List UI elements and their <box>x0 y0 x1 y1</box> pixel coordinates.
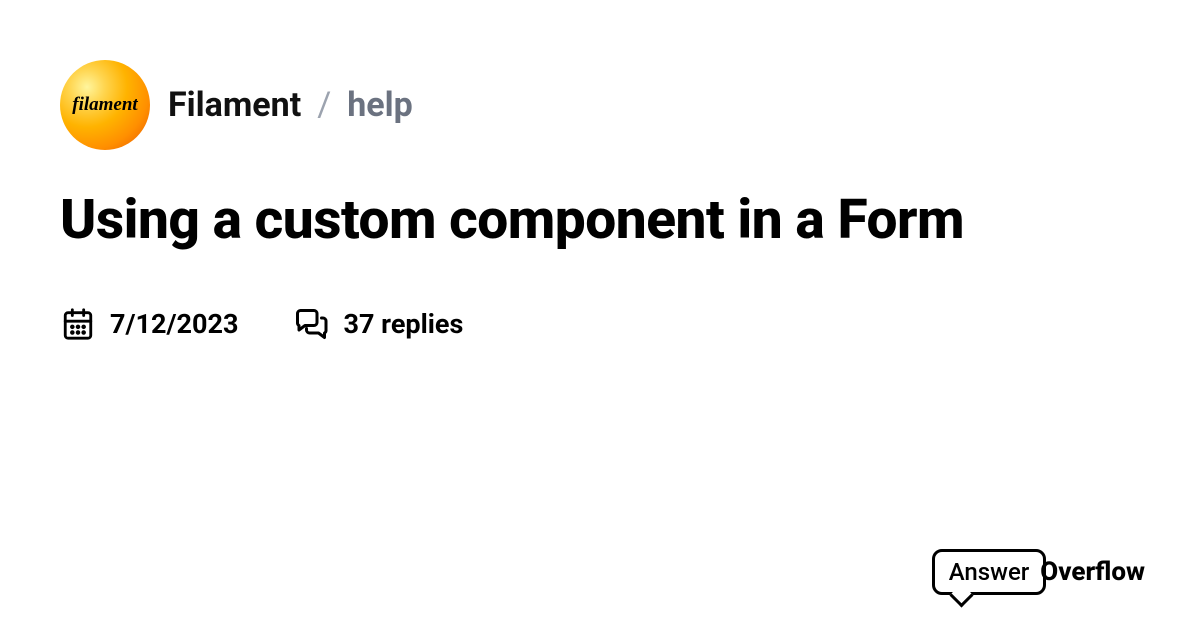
breadcrumb-separator: / <box>317 85 331 125</box>
avatar-label: filament <box>72 94 137 116</box>
community-avatar: filament <box>60 60 150 150</box>
brand-part1: Answer <box>932 549 1047 595</box>
post-meta: 7/12/2023 37 replies <box>60 306 1140 342</box>
date-text: 7/12/2023 <box>110 308 238 340</box>
meta-date: 7/12/2023 <box>60 306 238 342</box>
replies-text: 37 replies <box>343 308 463 340</box>
breadcrumb: Filament / help <box>168 85 413 125</box>
breadcrumb-channel[interactable]: help <box>347 85 413 125</box>
brand-logo[interactable]: Answer Overflow <box>932 549 1145 595</box>
post-title: Using a custom component in a Form <box>60 190 1140 251</box>
replies-icon <box>293 306 329 342</box>
brand-part2: Overflow <box>1040 557 1145 587</box>
calendar-icon <box>60 306 96 342</box>
meta-replies: 37 replies <box>293 306 463 342</box>
breadcrumb-community[interactable]: Filament <box>168 85 301 125</box>
header: filament Filament / help <box>60 60 1140 150</box>
